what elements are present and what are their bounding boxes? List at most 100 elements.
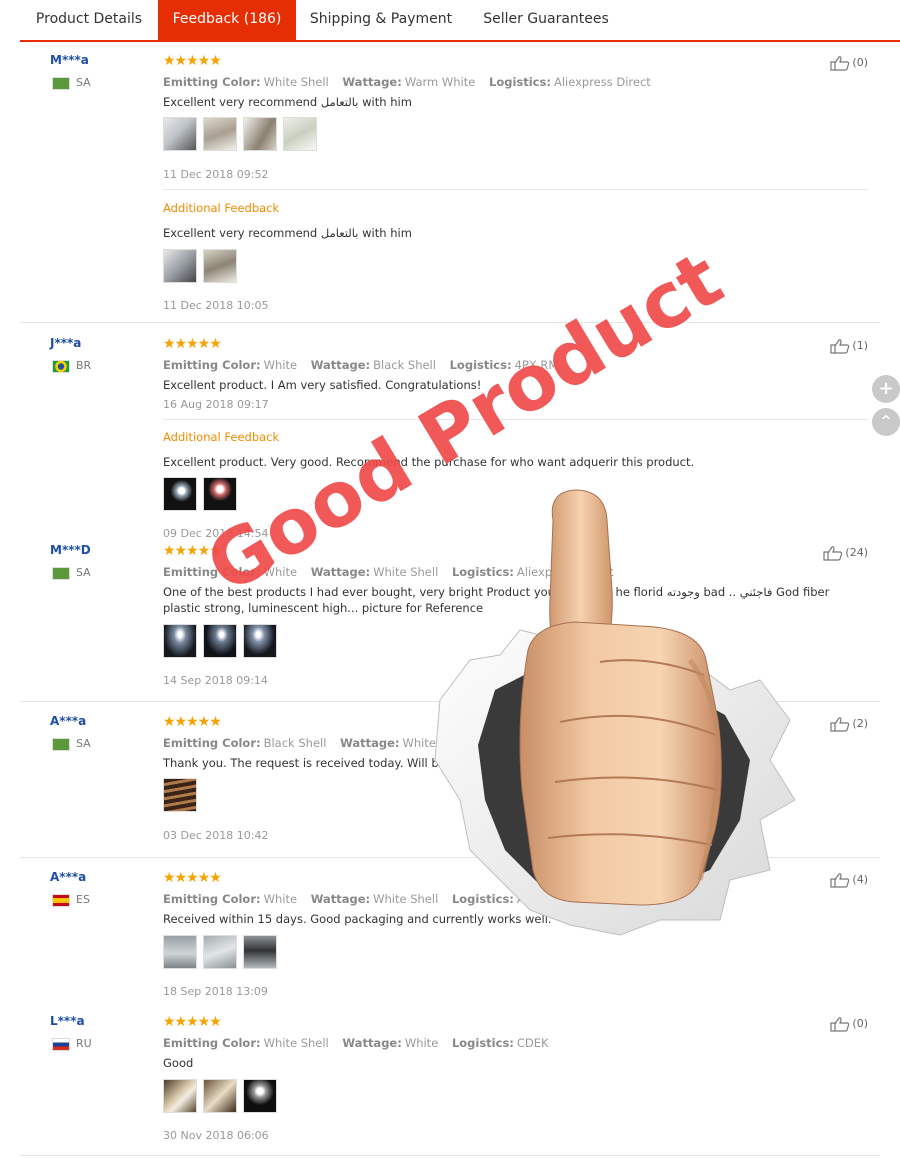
review-text: Excellent product. I Am very satisfied. … (163, 378, 482, 392)
additional-feedback-date: 11 Dec 2018 10:05 (163, 299, 269, 312)
reviewer-country: RU (52, 1037, 92, 1051)
review-photos (163, 778, 203, 814)
additional-feedback-date: 09 Dec 2018 14:54 (163, 527, 269, 540)
reviewer-name[interactable]: M***D (50, 543, 91, 557)
rating-stars: ★★★★★ (163, 1014, 222, 1030)
attr-label-logistics: Logistics: (451, 565, 514, 579)
review-date: 03 Dec 2018 10:42 (163, 829, 269, 842)
reviewer-name[interactable]: J***a (50, 336, 81, 350)
review-photo[interactable] (203, 624, 237, 658)
review-text: One of the best products I had ever boug… (163, 585, 830, 615)
tab-feedback[interactable]: Feedback (186) (158, 0, 296, 40)
attr-value-color: White (263, 358, 298, 372)
reviewer-name[interactable]: A***a (50, 870, 86, 884)
additional-feedback-label: Additional Feedback (163, 201, 280, 215)
helpful-button[interactable]: (0) (830, 55, 868, 71)
flag-sa-icon (52, 77, 70, 90)
review-date: 16 Aug 2018 09:17 (163, 398, 269, 411)
divider (163, 419, 868, 420)
helpful-button[interactable]: (24) (823, 545, 868, 561)
flag-sa-icon (52, 738, 70, 751)
attr-value-logistics: Aliexpress Direct (516, 565, 614, 579)
attr-label-logistics: Logistics: (451, 892, 514, 906)
helpful-button[interactable]: (2) (830, 716, 868, 732)
review-item: M***D SA ★★★★★ Emitting Color: White Watt… (0, 543, 900, 698)
attr-label-wattage: Wattage: (310, 358, 371, 372)
feedback-tabs: Product Details Feedback (186) Shipping … (20, 0, 900, 42)
attr-value-color: White (263, 565, 298, 579)
attr-value-color: White Shell (263, 1036, 329, 1050)
attr-label-logistics: Logistics: (449, 358, 512, 372)
country-code: SA (76, 737, 91, 750)
flag-br-icon (52, 360, 70, 373)
thumbs-up-icon (830, 339, 850, 354)
attr-label-logistics: Logistics: (449, 736, 512, 750)
attr-value-wattage: Warm White (404, 75, 476, 89)
review-date: 30 Nov 2018 06:06 (163, 1129, 269, 1142)
review-attributes: Emitting Color: Black Shell Wattage: White… (163, 736, 611, 750)
review-photo[interactable] (163, 477, 197, 511)
review-divider (20, 1155, 880, 1156)
tab-seller-guarantees[interactable]: Seller Guarantees (466, 0, 626, 40)
review-text: Excellent very recommend بالتعامل with h… (163, 95, 412, 109)
attr-value-logistics: Aliexpress Direct (514, 736, 612, 750)
helpful-count: (0) (852, 56, 868, 69)
review-photo[interactable] (163, 624, 197, 658)
review-photo[interactable] (163, 249, 197, 283)
reviewer-name[interactable]: L***a (50, 1014, 85, 1028)
helpful-count: (24) (845, 546, 868, 559)
attr-label-wattage: Wattage: (310, 892, 371, 906)
reviewer-name[interactable]: M***a (50, 53, 89, 67)
attr-label-color: Emitting Color: (163, 358, 261, 372)
plus-icon[interactable]: + (872, 375, 900, 403)
review-photo[interactable] (203, 935, 237, 969)
review-photo[interactable] (163, 935, 197, 969)
review-photo[interactable] (163, 778, 197, 812)
attr-label-wattage: Wattage: (310, 565, 371, 579)
attr-value-logistics: AliExpress Standard Shipping (516, 892, 686, 906)
attr-value-color: White (263, 892, 298, 906)
attr-label-wattage: Wattage: (340, 736, 400, 750)
review-photos (163, 117, 323, 153)
review-photo[interactable] (243, 117, 277, 151)
review-photo[interactable] (243, 624, 277, 658)
attr-label-logistics: Logistics: (489, 75, 551, 89)
review-photos (163, 1079, 283, 1115)
helpful-button[interactable]: (1) (830, 338, 868, 354)
attr-value-logistics: Aliexpress Direct (553, 75, 651, 89)
country-code: BR (76, 359, 92, 372)
review-photo[interactable] (203, 1079, 237, 1113)
review-photo[interactable] (283, 117, 317, 151)
reviewer-country: BR (52, 359, 92, 373)
rating-stars: ★★★★★ (163, 53, 222, 69)
review-photo[interactable] (243, 935, 277, 969)
chevron-up-icon[interactable]: ^ (872, 408, 900, 436)
helpful-count: (2) (852, 717, 868, 730)
review-photo[interactable] (203, 477, 237, 511)
review-divider (20, 701, 880, 702)
flag-sa-icon (52, 567, 70, 580)
review-photo[interactable] (203, 249, 237, 283)
attr-label-color: Emitting Color: (163, 565, 261, 579)
review-photo[interactable] (163, 117, 197, 151)
review-item: J***a BR ★★★★★ Emitting Color: White Watt… (0, 336, 900, 540)
review-photos (163, 624, 283, 660)
review-photo[interactable] (163, 1079, 197, 1113)
reviewer-name[interactable]: A***a (50, 714, 86, 728)
helpful-button[interactable]: (0) (830, 1016, 868, 1032)
additional-photos (163, 249, 243, 285)
review-date: 18 Sep 2018 13:09 (163, 985, 268, 998)
review-attributes: Emitting Color: White Shell Wattage: Warm … (163, 75, 651, 89)
review-item: A***a ES ★★★★★ Emitting Color: White Watt… (0, 870, 900, 1005)
tab-shipping-payment[interactable]: Shipping & Payment (296, 0, 466, 40)
helpful-button[interactable]: (4) (830, 872, 868, 888)
country-code: RU (76, 1037, 92, 1050)
tab-product-details[interactable]: Product Details (20, 0, 158, 40)
attr-label-color: Emitting Color: (163, 75, 261, 89)
review-photo[interactable] (243, 1079, 277, 1113)
rating-stars: ★★★★★ (163, 543, 222, 559)
review-text: Thank you. The request is received today… (163, 756, 572, 770)
rating-stars: ★★★★★ (163, 870, 222, 886)
review-photo[interactable] (203, 117, 237, 151)
country-code: SA (76, 566, 91, 579)
